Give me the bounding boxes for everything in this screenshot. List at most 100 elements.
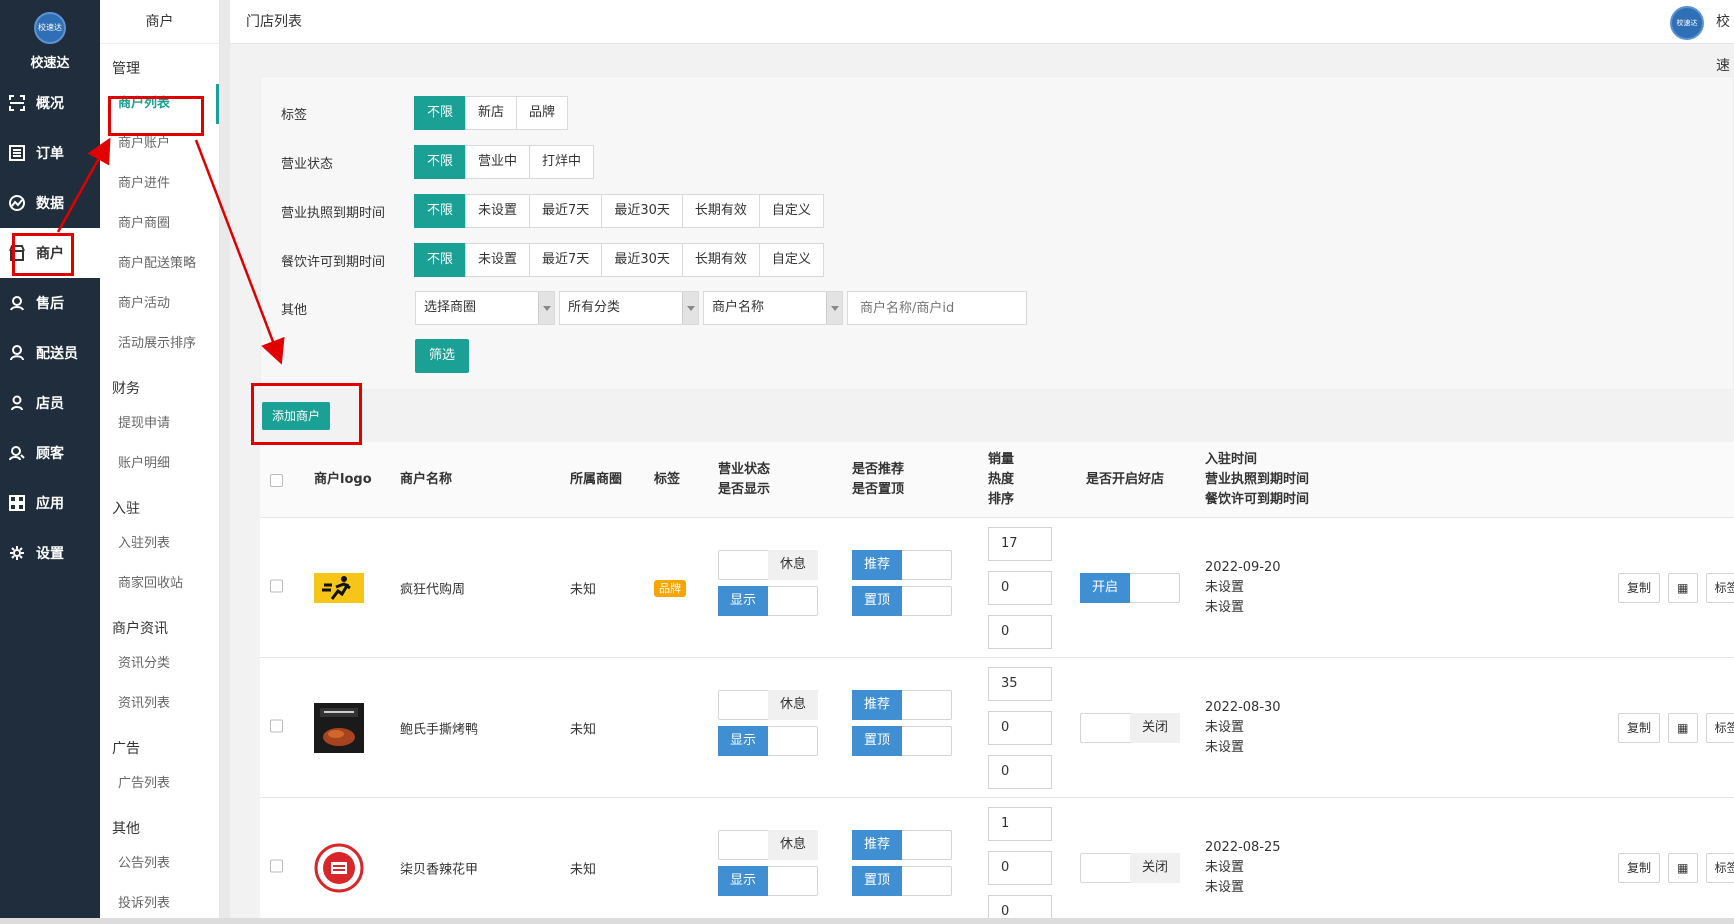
top-toggle[interactable]: 置顶	[852, 586, 952, 616]
seg-option[interactable]: 最近7天	[529, 243, 603, 277]
qrcode-button[interactable]: ▦	[1668, 853, 1698, 883]
search-field-select[interactable]: 商户名称	[703, 291, 843, 325]
heat-input[interactable]: 0	[988, 711, 1052, 745]
nav-item-orders[interactable]: 订单	[0, 128, 100, 178]
row-checkbox[interactable]	[270, 579, 283, 593]
filter-row-tag: 标签 不限 新店 品牌	[261, 95, 569, 131]
top-toggle[interactable]: 置顶	[852, 726, 952, 756]
recommend-toggle[interactable]: 推荐	[852, 830, 952, 860]
good-store-toggle[interactable]: 关闭	[1080, 853, 1180, 883]
good-store-toggle[interactable]: 关闭	[1080, 713, 1180, 743]
seg-option[interactable]: 自定义	[758, 243, 824, 277]
sort-input[interactable]: 0	[988, 755, 1052, 789]
toggle-label: 置顶	[852, 726, 902, 756]
nav-item-settings[interactable]: 设置	[0, 528, 100, 578]
nav-item-staff[interactable]: 店员	[0, 378, 100, 428]
sales-input[interactable]: 1	[988, 807, 1052, 841]
seg-option[interactable]: 未设置	[465, 243, 531, 277]
recommend-toggle[interactable]: 推荐	[852, 690, 952, 720]
submenu-scrollbar[interactable]	[220, 0, 230, 924]
nav-item-courier[interactable]: 配送员	[0, 328, 100, 378]
nav-item-data[interactable]: 数据	[0, 178, 100, 228]
row-checkbox[interactable]	[270, 719, 283, 733]
nav-item-merchant[interactable]: 商户	[0, 228, 100, 278]
seg-option[interactable]: 打烊中	[529, 145, 595, 179]
submenu-item-ad-list[interactable]: 广告列表	[100, 764, 219, 804]
seg-option[interactable]: 新店	[465, 96, 518, 130]
seg-option[interactable]: 不限	[414, 96, 467, 130]
submenu-item-recycle-bin[interactable]: 商家回收站	[100, 564, 219, 604]
rest-toggle[interactable]: 休息	[718, 550, 818, 580]
sort-input[interactable]: 0	[988, 615, 1052, 649]
food-expiry: 未设置	[1205, 740, 1245, 755]
heat-input[interactable]: 0	[988, 851, 1052, 885]
seg-option[interactable]: 最近7天	[529, 194, 603, 228]
submenu-group-news: 商户资讯	[112, 621, 168, 637]
submenu-item-notice-list[interactable]: 公告列表	[100, 844, 219, 884]
merchant-area: 未知	[570, 582, 597, 598]
show-toggle[interactable]: 显示	[718, 586, 818, 616]
good-store-toggle[interactable]: 开启	[1080, 573, 1180, 603]
top-toggle[interactable]: 置顶	[852, 866, 952, 896]
tag-button[interactable]: 标签	[1705, 713, 1734, 743]
copy-button[interactable]: 复制	[1618, 713, 1661, 743]
submenu-item-activity[interactable]: 商户活动	[100, 284, 219, 324]
nav-label: 商户	[36, 246, 64, 262]
qrcode-button[interactable]: ▦	[1668, 573, 1698, 603]
th-line: 营业执照到期时间	[1205, 472, 1310, 487]
select-all-checkbox[interactable]	[270, 473, 283, 487]
submenu-item-onboarding[interactable]: 商户进件	[100, 164, 219, 204]
search-input[interactable]	[847, 291, 1027, 325]
seg-option[interactable]: 最近30天	[601, 194, 683, 228]
add-merchant-button[interactable]: 添加商户	[262, 402, 331, 430]
submenu-item-withdraw[interactable]: 提现申请	[100, 404, 219, 444]
nav-item-apps[interactable]: 应用	[0, 478, 100, 528]
filter-submit-button[interactable]: 筛选	[415, 339, 470, 373]
seg-option[interactable]: 最近30天	[601, 243, 683, 277]
seg-option[interactable]: 不限	[414, 243, 467, 277]
show-toggle[interactable]: 显示	[718, 726, 818, 756]
seg-option[interactable]: 品牌	[516, 96, 569, 130]
submenu-item-news-category[interactable]: 资讯分类	[100, 644, 219, 684]
nav-label: 配送员	[36, 346, 78, 362]
nav-item-overview[interactable]: 概况	[0, 78, 100, 128]
merchant-name: 疯狂代购周	[400, 582, 466, 598]
header-username[interactable]: 校速	[1716, 0, 1734, 88]
seg-option[interactable]: 不限	[414, 145, 467, 179]
submenu-item-delivery-policy[interactable]: 商户配送策略	[100, 244, 219, 284]
rest-toggle[interactable]: 休息	[718, 830, 818, 860]
copy-button[interactable]: 复制	[1618, 573, 1661, 603]
customer-icon	[8, 444, 26, 462]
sales-input[interactable]: 35	[988, 667, 1052, 701]
nav-item-customer[interactable]: 顾客	[0, 428, 100, 478]
submenu-item-activity-sort[interactable]: 活动展示排序	[100, 324, 219, 364]
category-select[interactable]: 所有分类	[559, 291, 699, 325]
sales-input[interactable]: 17	[988, 527, 1052, 561]
submenu-item-merchant-list[interactable]: 商户列表	[100, 84, 219, 124]
list-icon	[8, 144, 26, 162]
qrcode-button[interactable]: ▦	[1668, 713, 1698, 743]
submenu-item-merchant-account[interactable]: 商户账户	[100, 124, 219, 164]
copy-button[interactable]: 复制	[1618, 853, 1661, 883]
area-select[interactable]: 选择商圈	[415, 291, 555, 325]
submenu-item-account-detail[interactable]: 账户明细	[100, 444, 219, 484]
avatar[interactable]: 校速达	[1670, 6, 1704, 40]
row-checkbox[interactable]	[270, 859, 283, 873]
select-value: 所有分类	[568, 300, 621, 315]
seg-option[interactable]: 长期有效	[681, 194, 760, 228]
show-toggle[interactable]: 显示	[718, 866, 818, 896]
seg-option[interactable]: 自定义	[758, 194, 824, 228]
seg-option[interactable]: 不限	[414, 194, 467, 228]
seg-option[interactable]: 未设置	[465, 194, 531, 228]
submenu-item-business-area[interactable]: 商户商圈	[100, 204, 219, 244]
nav-item-aftersale[interactable]: 售后	[0, 278, 100, 328]
tag-button[interactable]: 标签	[1705, 573, 1734, 603]
tag-button[interactable]: 标签	[1705, 853, 1734, 883]
recommend-toggle[interactable]: 推荐	[852, 550, 952, 580]
submenu-item-news-list[interactable]: 资讯列表	[100, 684, 219, 724]
heat-input[interactable]: 0	[988, 571, 1052, 605]
rest-toggle[interactable]: 休息	[718, 690, 818, 720]
seg-option[interactable]: 长期有效	[681, 243, 760, 277]
seg-option[interactable]: 营业中	[465, 145, 531, 179]
submenu-item-join-list[interactable]: 入驻列表	[100, 524, 219, 564]
